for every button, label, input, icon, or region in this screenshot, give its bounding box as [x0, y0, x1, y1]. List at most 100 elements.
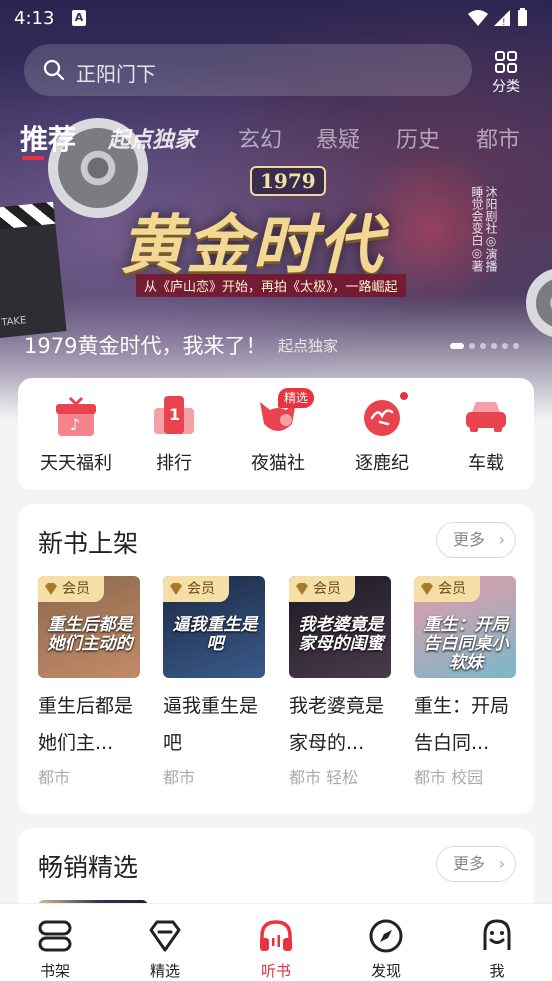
- quick-entry-ranking[interactable]: 1 排行: [126, 394, 222, 480]
- hero-banner[interactable]: TAKE 4:13 A ! 正阳门下 分类 推荐 起点独家 玄幻 悬疑 历史 都…: [0, 0, 552, 420]
- diamond-icon: [45, 583, 57, 595]
- vip-label: 会员: [187, 581, 215, 597]
- book-cover: 重生后都是她们主动的 会员: [38, 576, 140, 678]
- quick-entry-label: 车载: [468, 453, 504, 474]
- active-tab-indicator: [22, 156, 44, 160]
- banner-caption-tag: 起点独家: [278, 337, 339, 355]
- vip-badge: 会员: [414, 576, 480, 602]
- book-cover: 重生：开局告白同桌小软妹 会员: [414, 576, 516, 678]
- status-time: 4:13: [14, 8, 55, 29]
- section-title: 畅销精选: [38, 853, 139, 882]
- compass-icon: [369, 919, 403, 953]
- vip-badge: 会员: [163, 576, 229, 602]
- car-icon: [466, 402, 506, 432]
- nav-label: 书架: [39, 962, 70, 980]
- banner-artwork: 1979 黄金时代: [120, 162, 440, 283]
- quick-entry-label: 夜猫社: [251, 453, 305, 474]
- quick-entry-label: 天天福利: [40, 453, 112, 474]
- deer-icon: [364, 400, 400, 436]
- tab-urban[interactable]: 都市: [476, 122, 520, 154]
- book-title: 逼我重生是吧: [163, 695, 259, 754]
- banner-credits: 沐阳剧社◎演播 睡觉会变白◎著: [470, 186, 498, 272]
- nav-label: 听书: [260, 962, 291, 980]
- svg-text:♪: ♪: [70, 415, 80, 434]
- svg-text:!: !: [502, 18, 506, 28]
- banner-big-title: 黄金时代: [120, 208, 384, 283]
- nav-featured[interactable]: 精选: [110, 904, 220, 981]
- cover-title-art: 我老婆竟是家母的闺蜜: [298, 615, 384, 654]
- new-books-section: 新书上架 更多 › 重生后都是她们主动的 会员 重生后都是她们主... 都市 逼…: [18, 504, 534, 814]
- featured-badge: 精选: [278, 388, 315, 408]
- quick-entry-deer[interactable]: 逐鹿纪: [334, 390, 430, 480]
- nav-bookshelf[interactable]: 书架: [0, 904, 110, 981]
- vip-badge: 会员: [289, 576, 355, 602]
- book-cover: 逼我重生是吧 会员: [163, 576, 265, 678]
- tab-recommend[interactable]: 推荐: [20, 118, 76, 158]
- nav-label: 我: [489, 962, 505, 980]
- more-label: 更多: [453, 854, 486, 873]
- quick-entry-night-cat[interactable]: 精选 夜猫社: [230, 388, 326, 480]
- nav-audiobooks[interactable]: 听书: [221, 904, 331, 981]
- svg-text:1: 1: [169, 405, 180, 424]
- search-icon: [43, 59, 65, 81]
- gift-icon: ♪: [56, 396, 96, 436]
- headphones-icon: [260, 920, 292, 951]
- battery-icon: [518, 10, 527, 26]
- book-cover: 我老婆竟是家母的闺蜜 会员: [289, 576, 391, 678]
- book-tags: 都市: [163, 768, 196, 787]
- quick-entry-welfare[interactable]: ♪ 天天福利: [28, 394, 124, 480]
- clapperboard-decoration: TAKE: [0, 201, 67, 339]
- profile-icon: [483, 919, 511, 950]
- book-title: 重生后都是她们主...: [38, 695, 134, 754]
- chevron-right-icon: ›: [498, 530, 505, 549]
- nav-label: 精选: [149, 962, 180, 980]
- channel-tabs: 推荐 起点独家 玄幻 悬疑 历史 都市: [0, 118, 552, 162]
- signal-battery-icons: !: [468, 8, 527, 28]
- book-tags: 都市 轻松: [289, 768, 359, 787]
- status-bar: 4:13 A !: [0, 0, 552, 38]
- quick-entry-label: 逐鹿纪: [355, 453, 409, 474]
- bookshelf-icon: [38, 920, 72, 952]
- nav-discover[interactable]: 发现: [331, 904, 441, 981]
- quick-entry-card: ♪ 天天福利 1 排行 精选 夜猫社 逐鹿纪 车载: [18, 378, 534, 490]
- vip-label: 会员: [62, 581, 90, 597]
- search-placeholder: 正阳门下: [76, 62, 156, 86]
- bottom-navigation: 书架 精选 听书 发现 我: [0, 903, 552, 981]
- banner-caption: 1979黄金时代，我来了！: [24, 334, 267, 358]
- book-title: 我老婆竟是家母的...: [289, 695, 385, 754]
- pagination-dot: [480, 343, 486, 349]
- book-tags: 都市 校园: [414, 768, 484, 787]
- grid-icon: [495, 51, 517, 73]
- cover-title-art: 逼我重生是吧: [172, 615, 258, 654]
- cover-title-art: 重生：开局告白同桌小软妹: [423, 615, 509, 673]
- search-bar[interactable]: 正阳门下: [24, 44, 472, 96]
- more-button[interactable]: 更多 ›: [436, 846, 516, 882]
- book-card[interactable]: 逼我重生是吧 会员 逼我重生是吧 都市: [163, 576, 267, 796]
- tab-qidian-exclusive[interactable]: 起点独家: [108, 122, 196, 154]
- banner-year: 1979: [250, 166, 326, 196]
- tab-fantasy[interactable]: 玄幻: [238, 122, 282, 154]
- more-label: 更多: [453, 530, 486, 549]
- ranking-icon: 1: [154, 396, 194, 434]
- quick-entry-car[interactable]: 车载: [438, 394, 534, 480]
- pagination-dot: [502, 343, 508, 349]
- tab-history[interactable]: 历史: [396, 122, 440, 154]
- diamond-icon: [421, 583, 433, 595]
- book-card[interactable]: 重生后都是她们主动的 会员 重生后都是她们主... 都市: [38, 576, 142, 796]
- nav-label: 发现: [370, 962, 401, 980]
- category-button[interactable]: 分类: [482, 48, 530, 96]
- diamond-icon: [170, 583, 182, 595]
- book-card[interactable]: 我老婆竟是家母的闺蜜 会员 我老婆竟是家母的... 都市 轻松: [289, 576, 393, 796]
- more-button[interactable]: 更多 ›: [436, 522, 516, 558]
- banner-subtitle: 从《庐山恋》开始，再拍《太极》，一路崛起: [136, 274, 406, 297]
- tab-suspense[interactable]: 悬疑: [316, 122, 360, 154]
- nav-profile[interactable]: 我: [442, 904, 552, 981]
- book-card[interactable]: 重生：开局告白同桌小软妹 会员 重生：开局告白同... 都市 校园: [414, 576, 518, 796]
- vip-badge: 会员: [38, 576, 104, 602]
- diamond-icon: [296, 583, 308, 595]
- book-tags: 都市: [38, 768, 71, 787]
- section-title: 新书上架: [38, 529, 139, 558]
- pagination-dot: [450, 343, 464, 349]
- chevron-right-icon: ›: [498, 854, 505, 873]
- wifi-icon: [468, 10, 488, 26]
